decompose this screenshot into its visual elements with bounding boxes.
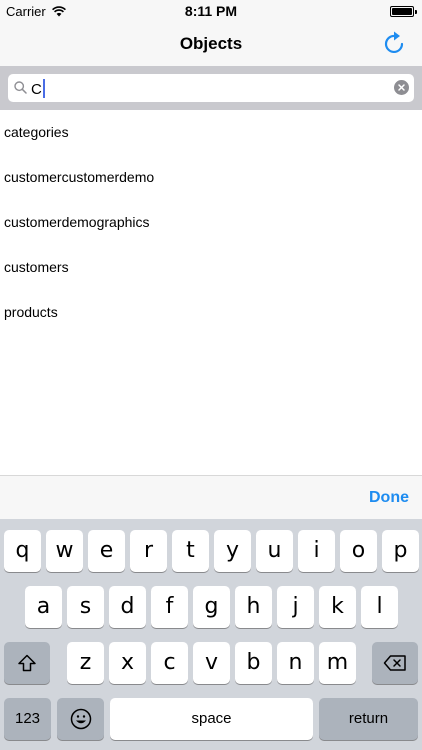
key-w[interactable]: w [46,530,83,572]
backspace-icon [383,655,406,671]
shift-key[interactable] [4,642,50,684]
list-item[interactable]: customerdemographics [0,200,422,245]
emoji-key[interactable] [57,698,104,740]
list-item[interactable]: customers [0,245,422,290]
key-g[interactable]: g [193,586,230,628]
key-h[interactable]: h [235,586,272,628]
list-item[interactable]: customercustomerdemo [0,155,422,200]
key-y[interactable]: y [214,530,251,572]
list-item[interactable]: categories [0,110,422,155]
shift-icon [18,654,36,672]
status-bar: Carrier 8:11 PM [0,0,422,22]
search-bar: C [0,66,422,110]
keyboard-accessory-bar: Done [0,475,422,519]
search-input[interactable]: C [8,74,414,102]
key-e[interactable]: e [88,530,125,572]
key-s[interactable]: s [67,586,104,628]
key-r[interactable]: r [130,530,167,572]
key-v[interactable]: v [193,642,230,684]
search-input-value: C [31,81,42,98]
list-item[interactable]: products [0,290,422,335]
key-b[interactable]: b [235,642,272,684]
space-key[interactable]: space [110,698,313,740]
key-i[interactable]: i [298,530,335,572]
key-p[interactable]: p [382,530,419,572]
results-list: categories customercustomerdemo customer… [0,110,422,335]
key-k[interactable]: k [319,586,356,628]
done-button[interactable]: Done [369,489,409,507]
battery-icon [390,6,417,17]
clear-icon[interactable] [394,80,409,95]
delete-key[interactable] [372,642,418,684]
emoji-icon [70,708,91,730]
key-u[interactable]: u [256,530,293,572]
key-f[interactable]: f [151,586,188,628]
numbers-key[interactable]: 123 [4,698,51,740]
key-x[interactable]: x [109,642,146,684]
key-z[interactable]: z [67,642,104,684]
clock-label: 8:11 PM [184,3,238,19]
key-a[interactable]: a [25,586,62,628]
key-d[interactable]: d [109,586,146,628]
page-title: Objects [179,34,243,53]
key-m[interactable]: m [319,642,356,684]
key-n[interactable]: n [277,642,314,684]
key-l[interactable]: l [361,586,398,628]
key-o[interactable]: o [340,530,377,572]
text-cursor [42,79,45,98]
key-q[interactable]: q [4,530,41,572]
refresh-icon[interactable] [382,30,408,56]
return-key[interactable]: return [319,698,418,740]
search-icon [14,81,27,99]
keyboard: q w e r t y u i o p a s d f g h j k l z … [0,519,422,750]
key-j[interactable]: j [277,586,314,628]
navigation-bar: Objects [0,22,422,66]
key-c[interactable]: c [151,642,188,684]
key-t[interactable]: t [172,530,209,572]
